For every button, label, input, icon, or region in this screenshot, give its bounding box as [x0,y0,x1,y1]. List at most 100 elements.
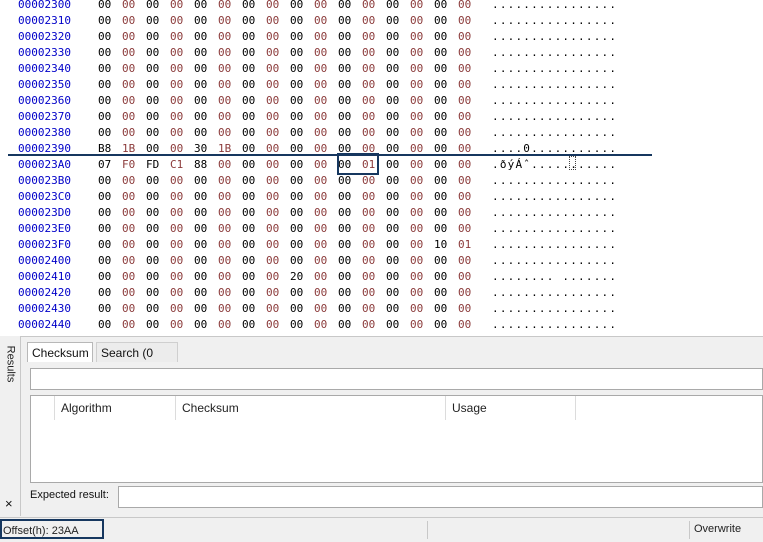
hex-byte[interactable]: 00 [386,253,406,269]
hex-byte[interactable]: 00 [410,205,430,221]
hex-byte[interactable]: 00 [410,269,430,285]
hex-byte[interactable]: 00 [410,77,430,93]
hex-byte[interactable]: 00 [458,157,478,173]
hex-byte[interactable]: 00 [410,109,430,125]
hex-byte[interactable]: 00 [434,301,454,317]
hex-byte[interactable]: 00 [218,45,238,61]
hex-byte[interactable]: 00 [146,13,166,29]
hex-byte[interactable]: 00 [98,13,118,29]
hex-byte[interactable]: 00 [314,253,334,269]
hex-byte[interactable]: 00 [338,317,358,333]
hex-byte[interactable]: 00 [122,189,142,205]
hex-byte[interactable]: 00 [242,125,262,141]
hex-byte[interactable]: 00 [314,109,334,125]
hex-byte[interactable]: 00 [218,109,238,125]
hex-byte[interactable]: 00 [410,173,430,189]
hex-byte[interactable]: 00 [146,205,166,221]
hex-byte[interactable]: 00 [458,269,478,285]
hex-byte[interactable]: 00 [194,285,214,301]
hex-byte[interactable]: 00 [434,13,454,29]
hex-byte[interactable]: 00 [170,269,190,285]
ascii-text[interactable]: ................ [492,109,617,125]
hex-byte[interactable]: 00 [410,125,430,141]
hex-byte[interactable]: 00 [146,237,166,253]
hex-byte[interactable]: 00 [362,269,382,285]
hex-byte[interactable]: 00 [410,93,430,109]
hex-byte[interactable]: 00 [98,125,118,141]
ascii-text[interactable]: ................ [492,301,617,317]
hex-byte[interactable]: 00 [314,45,334,61]
column-header-checksum[interactable]: Checksum [176,396,446,420]
hex-byte[interactable]: 00 [266,13,286,29]
hex-byte[interactable]: 00 [338,237,358,253]
expected-result-input[interactable] [118,486,763,508]
hex-byte[interactable]: 00 [410,221,430,237]
hex-byte[interactable]: 00 [338,93,358,109]
hex-byte[interactable]: 00 [122,61,142,77]
hex-byte[interactable]: 00 [194,237,214,253]
hex-byte[interactable]: 00 [458,221,478,237]
hex-byte[interactable]: 00 [458,61,478,77]
hex-byte[interactable]: 00 [458,0,478,13]
hex-byte[interactable]: 00 [458,317,478,333]
hex-byte[interactable]: 00 [242,173,262,189]
hex-byte[interactable]: 00 [314,189,334,205]
hex-byte[interactable]: 00 [266,221,286,237]
hex-byte[interactable]: 00 [122,173,142,189]
hex-byte[interactable]: 00 [410,61,430,77]
hex-byte[interactable]: 00 [290,205,310,221]
hex-byte[interactable]: 00 [386,317,406,333]
hex-byte[interactable]: 00 [218,93,238,109]
hex-byte[interactable]: 00 [290,317,310,333]
hex-byte[interactable]: 00 [122,77,142,93]
hex-byte[interactable]: 00 [434,0,454,13]
hex-byte[interactable]: 00 [146,77,166,93]
hex-byte[interactable]: 00 [266,269,286,285]
hex-byte[interactable]: 00 [218,221,238,237]
ascii-text[interactable]: ................ [492,205,617,221]
hex-byte[interactable]: 00 [170,45,190,61]
hex-byte[interactable]: 00 [170,205,190,221]
hex-byte[interactable]: 00 [266,45,286,61]
hex-byte[interactable]: 00 [386,221,406,237]
hex-byte[interactable]: 00 [314,13,334,29]
ascii-text[interactable]: ................ [492,0,617,13]
hex-byte[interactable]: 00 [386,125,406,141]
hex-byte[interactable]: 00 [266,77,286,93]
hex-byte[interactable]: 00 [242,13,262,29]
hex-byte[interactable]: 00 [242,205,262,221]
hex-byte[interactable]: 00 [338,189,358,205]
hex-byte[interactable]: 00 [266,237,286,253]
hex-byte[interactable]: 00 [386,29,406,45]
hex-byte[interactable]: 00 [242,0,262,13]
hex-byte[interactable]: 00 [410,317,430,333]
hex-byte[interactable]: 00 [338,0,358,13]
hex-byte[interactable]: 00 [290,301,310,317]
hex-byte[interactable]: 00 [362,301,382,317]
hex-byte[interactable]: 00 [194,317,214,333]
hex-byte[interactable]: 00 [194,61,214,77]
hex-byte[interactable]: 00 [386,77,406,93]
hex-byte[interactable]: 00 [170,189,190,205]
hex-byte[interactable]: 00 [290,93,310,109]
ascii-text[interactable]: ................ [492,221,617,237]
hex-byte[interactable]: 00 [266,61,286,77]
hex-byte[interactable]: 00 [98,189,118,205]
hex-byte[interactable]: 00 [266,301,286,317]
hex-byte[interactable]: 00 [314,237,334,253]
hex-byte[interactable]: 00 [458,125,478,141]
hex-byte[interactable]: 00 [170,0,190,13]
hex-byte[interactable]: 00 [242,221,262,237]
hex-byte[interactable]: 00 [146,109,166,125]
hex-byte[interactable]: 00 [410,13,430,29]
hex-byte[interactable]: 00 [386,61,406,77]
hex-byte[interactable]: 00 [98,29,118,45]
hex-byte[interactable]: 00 [410,29,430,45]
hex-byte[interactable]: 00 [458,45,478,61]
hex-byte[interactable]: 00 [410,285,430,301]
hex-byte[interactable]: 00 [242,285,262,301]
hex-byte[interactable]: 00 [218,61,238,77]
hex-byte[interactable]: 00 [242,157,262,173]
hex-byte[interactable]: 00 [98,173,118,189]
hex-byte[interactable]: 00 [98,77,118,93]
